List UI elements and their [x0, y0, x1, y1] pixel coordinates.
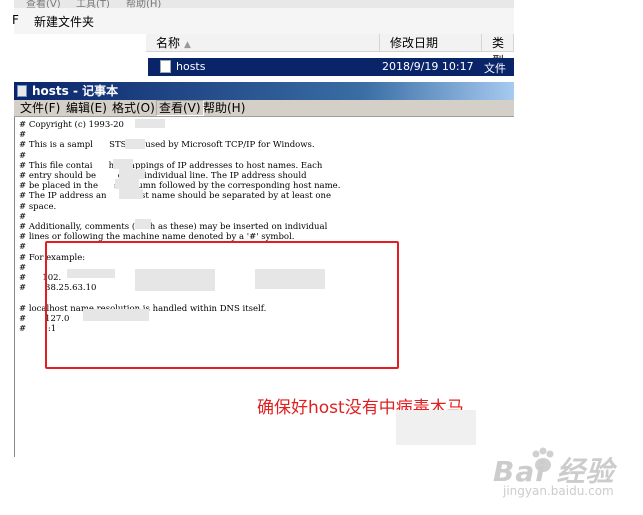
menu-view[interactable]: 查看(V)	[26, 0, 61, 8]
hosts-line: # The IP address an e host name should b…	[19, 191, 331, 202]
menu-help[interactable]: 帮助(H)	[126, 0, 161, 8]
redaction-patch	[119, 189, 143, 199]
menu-format[interactable]: 格式(O)	[112, 100, 155, 116]
highlight-box	[45, 241, 399, 369]
hosts-line: # space.	[19, 201, 57, 212]
redaction-patch	[135, 119, 165, 128]
redaction-patch	[125, 139, 145, 149]
file-row-hosts[interactable]: hosts 2018/9/19 10:17 文件	[148, 58, 514, 76]
new-folder-button[interactable]: 新建文件夹	[34, 13, 94, 30]
hosts-line: # Copyright (c) 1993-20	[19, 120, 124, 130]
redaction-patch	[115, 179, 139, 189]
explorer-window: 查看(V) 工具(T) 帮助(H) F 新建文件夹 名称▲ 修改日期 类型 ho…	[12, 0, 514, 78]
redaction-patch	[135, 219, 151, 229]
hosts-line: #	[19, 130, 27, 141]
notepad-title: hosts - 记事本	[32, 84, 119, 98]
menu-tools[interactable]: 工具(T)	[76, 0, 110, 8]
file-icon	[160, 60, 171, 73]
menu-help[interactable]: 帮助(H)	[203, 100, 245, 116]
column-type-header[interactable]: 类型	[482, 34, 514, 68]
hosts-line: # be placed in the st column followed by…	[19, 181, 341, 192]
toolbar-cut-label[interactable]: F	[12, 13, 19, 27]
hosts-line: # entry should be on an individual line.…	[19, 171, 307, 181]
menu-file[interactable]: 文件(F)	[20, 100, 60, 116]
menu-edit[interactable]: 编辑(E)	[66, 100, 107, 116]
column-name-label: 名称	[156, 36, 181, 50]
sort-up-icon: ▲	[184, 40, 191, 50]
notepad-menubar: 文件(F) 编辑(E) 格式(O) 查看(V) 帮助(H)	[14, 100, 514, 117]
notepad-titlebar[interactable]: hosts - 记事本	[14, 82, 514, 100]
navigation-pane[interactable]	[14, 34, 147, 78]
column-name-header[interactable]: 名称 ▲	[146, 34, 380, 52]
column-modified-label: 修改日期	[390, 36, 439, 50]
watermark-url: jingyan.baidu.com	[503, 484, 614, 498]
menu-view[interactable]: 查看(V)	[156, 100, 204, 116]
file-modified-date: 2018/9/19 10:17	[382, 60, 474, 73]
hosts-line: #	[19, 262, 27, 273]
hosts-line: # Additionally, comments (such as these)…	[19, 222, 328, 232]
hosts-line: # This is a sampl STS file used by Micro…	[19, 140, 315, 151]
redaction-patch	[396, 410, 476, 445]
notepad-icon	[17, 85, 27, 97]
hosts-line: #	[19, 150, 27, 161]
file-list: 名称▲ 修改日期 类型 hosts 2018/9/19 10:17 文件	[146, 34, 514, 78]
redaction-patch	[113, 159, 133, 169]
explorer-toolbar: F 新建文件夹	[12, 8, 514, 34]
file-type: 文件	[484, 62, 506, 75]
explorer-menubar: 查看(V) 工具(T) 帮助(H)	[14, 0, 514, 8]
file-name: hosts	[176, 60, 206, 73]
redaction-patch	[119, 169, 145, 179]
hosts-line: # This file contai he mappings of IP add…	[19, 160, 323, 171]
baidu-watermark: Bai 经验 jingyan.baidu.com	[470, 440, 640, 510]
hosts-line: #	[19, 211, 27, 222]
hosts-line: #	[19, 242, 27, 253]
column-modified-header[interactable]: 修改日期	[380, 34, 482, 52]
